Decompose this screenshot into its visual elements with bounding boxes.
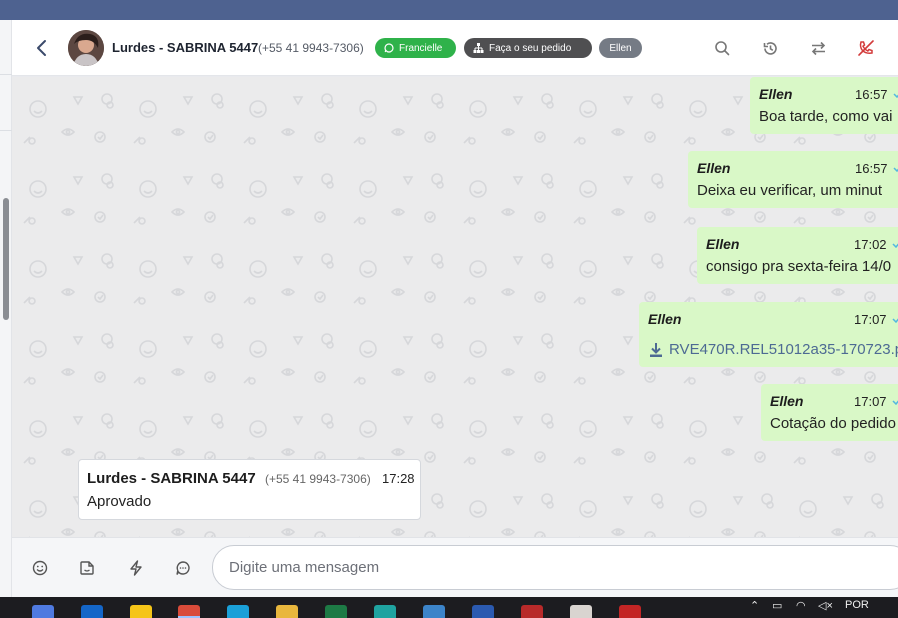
history-button[interactable] [759, 37, 781, 59]
quick-reply-icon [176, 561, 190, 575]
message-author: Ellen [770, 393, 804, 409]
tag-label: Ellen [609, 42, 632, 54]
volume-muted-icon[interactable]: ◁× [818, 599, 833, 612]
message-author: Ellen [706, 236, 740, 252]
avatar[interactable] [68, 30, 104, 66]
sticker-icon [80, 561, 94, 575]
message-bubble[interactable]: Ellen 16:57 Boa tarde, como vai [750, 77, 898, 134]
incoming-message-bubble[interactable]: Lurdes - SABRINA 5447 (+55 41 9943-7306)… [78, 459, 421, 520]
pdf-app-icon[interactable] [619, 605, 641, 618]
message-composer [12, 537, 898, 597]
message-text: Boa tarde, como vai [759, 108, 893, 125]
quick-action-button[interactable] [125, 557, 147, 579]
check-icon [892, 243, 898, 248]
download-icon[interactable] [649, 342, 663, 358]
chat-header: Lurdes - SABRINA 5447 (+55 41 9943-7306)… [12, 20, 898, 76]
message-bubble[interactable]: Ellen 17:07 Cotação do pedido [761, 384, 898, 441]
message-time: 16:57 [855, 87, 888, 102]
language-indicator[interactable]: POR [845, 599, 869, 611]
message-author: Lurdes - SABRINA 5447 [87, 470, 256, 487]
end-call-button[interactable] [855, 37, 877, 59]
message-bubble[interactable]: Ellen 16:57 Deixa eu verificar, um minut [688, 151, 898, 208]
file-link[interactable]: RVE470R.REL51012a35-170723.pc [669, 341, 898, 358]
contact-phone: (+55 41 9943-7306) [258, 41, 364, 55]
check-icon [892, 318, 898, 323]
flow-tag[interactable]: Faça o seu pedido [464, 38, 592, 58]
message-text: Deixa eu verificar, um minut [697, 182, 883, 199]
transfer-icon [811, 41, 825, 55]
edge-app-icon[interactable] [374, 605, 396, 618]
app-icon[interactable] [570, 605, 592, 618]
message-time: 17:07 [854, 312, 887, 327]
network-app-icon[interactable] [423, 605, 445, 618]
emoji-button[interactable] [29, 557, 51, 579]
chrome-app-icon[interactable] [178, 605, 200, 618]
sticker-button[interactable] [76, 557, 98, 579]
emoji-icon [32, 560, 48, 576]
transfer-button[interactable] [807, 37, 829, 59]
message-phone: (+55 41 9943-7306) [265, 472, 371, 486]
tray-chevron-icon[interactable]: ⌃ [750, 599, 759, 612]
panel-divider [0, 130, 12, 131]
wifi-tray-icon[interactable]: ◠ [796, 599, 806, 612]
whatsapp-icon [384, 43, 394, 53]
sitemap-icon [473, 43, 484, 53]
file-message-bubble[interactable]: Ellen 17:07 RVE470R.REL51012a35-170723.p… [639, 302, 898, 367]
message-text: Aprovado [87, 493, 152, 510]
check-icon [893, 93, 898, 98]
agent-tag-francielle[interactable]: Francielle [375, 38, 456, 58]
message-text: Cotação do pedido [770, 415, 896, 432]
search-icon [715, 41, 730, 56]
excel-app-icon[interactable] [325, 605, 347, 618]
message-author: Ellen [759, 86, 793, 102]
tag-label: Faça o seu pedido [489, 42, 572, 54]
window-top-strip [0, 0, 898, 20]
copilot-app-icon[interactable] [32, 605, 54, 618]
chevron-left-icon [37, 40, 46, 56]
message-time: 17:28 [382, 471, 415, 486]
end-call-icon [858, 40, 874, 56]
check-icon [892, 400, 898, 405]
message-time: 17:07 [854, 394, 887, 409]
message-bubble[interactable]: Ellen 17:02 consigo pra sexta-feira 14/0 [697, 227, 898, 284]
message-time: 17:02 [854, 237, 887, 252]
left-panel-edge [0, 20, 12, 597]
scrollbar-thumb[interactable] [3, 198, 9, 320]
message-text: consigo pra sexta-feira 14/0 [706, 258, 892, 275]
back-button[interactable] [30, 36, 54, 60]
agent-tag-ellen[interactable]: Ellen [599, 38, 642, 58]
acrobat-app-icon[interactable] [521, 605, 543, 618]
contact-name[interactable]: Lurdes - SABRINA 5447 [112, 40, 258, 55]
skype-app-icon[interactable] [227, 605, 249, 618]
sticky-notes-app-icon[interactable] [130, 605, 152, 618]
message-time: 16:57 [855, 161, 888, 176]
search-button[interactable] [711, 37, 733, 59]
tag-label: Francielle [399, 42, 443, 54]
lightning-icon [130, 560, 142, 576]
panel-divider [0, 74, 12, 75]
os-taskbar: ⌃ ▭ ◠ ◁× POR [0, 597, 898, 618]
message-author: Ellen [697, 160, 731, 176]
message-author: Ellen [648, 311, 682, 327]
history-icon [763, 41, 777, 55]
file-explorer-app-icon[interactable] [276, 605, 298, 618]
chat-area[interactable]: Ellen 16:57 Boa tarde, como vai Ellen 16… [12, 77, 898, 537]
check-icon [893, 167, 898, 172]
word-app-icon[interactable] [472, 605, 494, 618]
outlook-app-icon[interactable] [81, 605, 103, 618]
message-input[interactable] [212, 545, 898, 590]
quick-reply-button[interactable] [172, 557, 194, 579]
network-tray-icon[interactable]: ▭ [772, 599, 782, 612]
